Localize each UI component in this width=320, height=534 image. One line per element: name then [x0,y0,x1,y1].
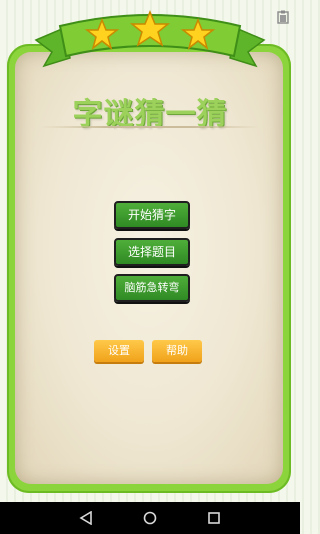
title-divider [40,126,260,128]
back-triangle-icon[interactable] [79,511,93,525]
help-button[interactable]: 帮助 [152,340,202,362]
settings-button[interactable]: 设置 [94,340,144,362]
select-question-button[interactable]: 选择题目 [114,238,190,266]
recent-square-icon[interactable] [207,511,221,525]
clipboard-icon [277,10,289,24]
home-circle-icon[interactable] [143,511,157,525]
navigation-bar [0,502,300,534]
star-ribbon [34,10,266,68]
brain-teaser-button[interactable]: 脑筋急转弯 [114,274,190,302]
start-guess-button[interactable]: 开始猜字 [114,201,190,229]
